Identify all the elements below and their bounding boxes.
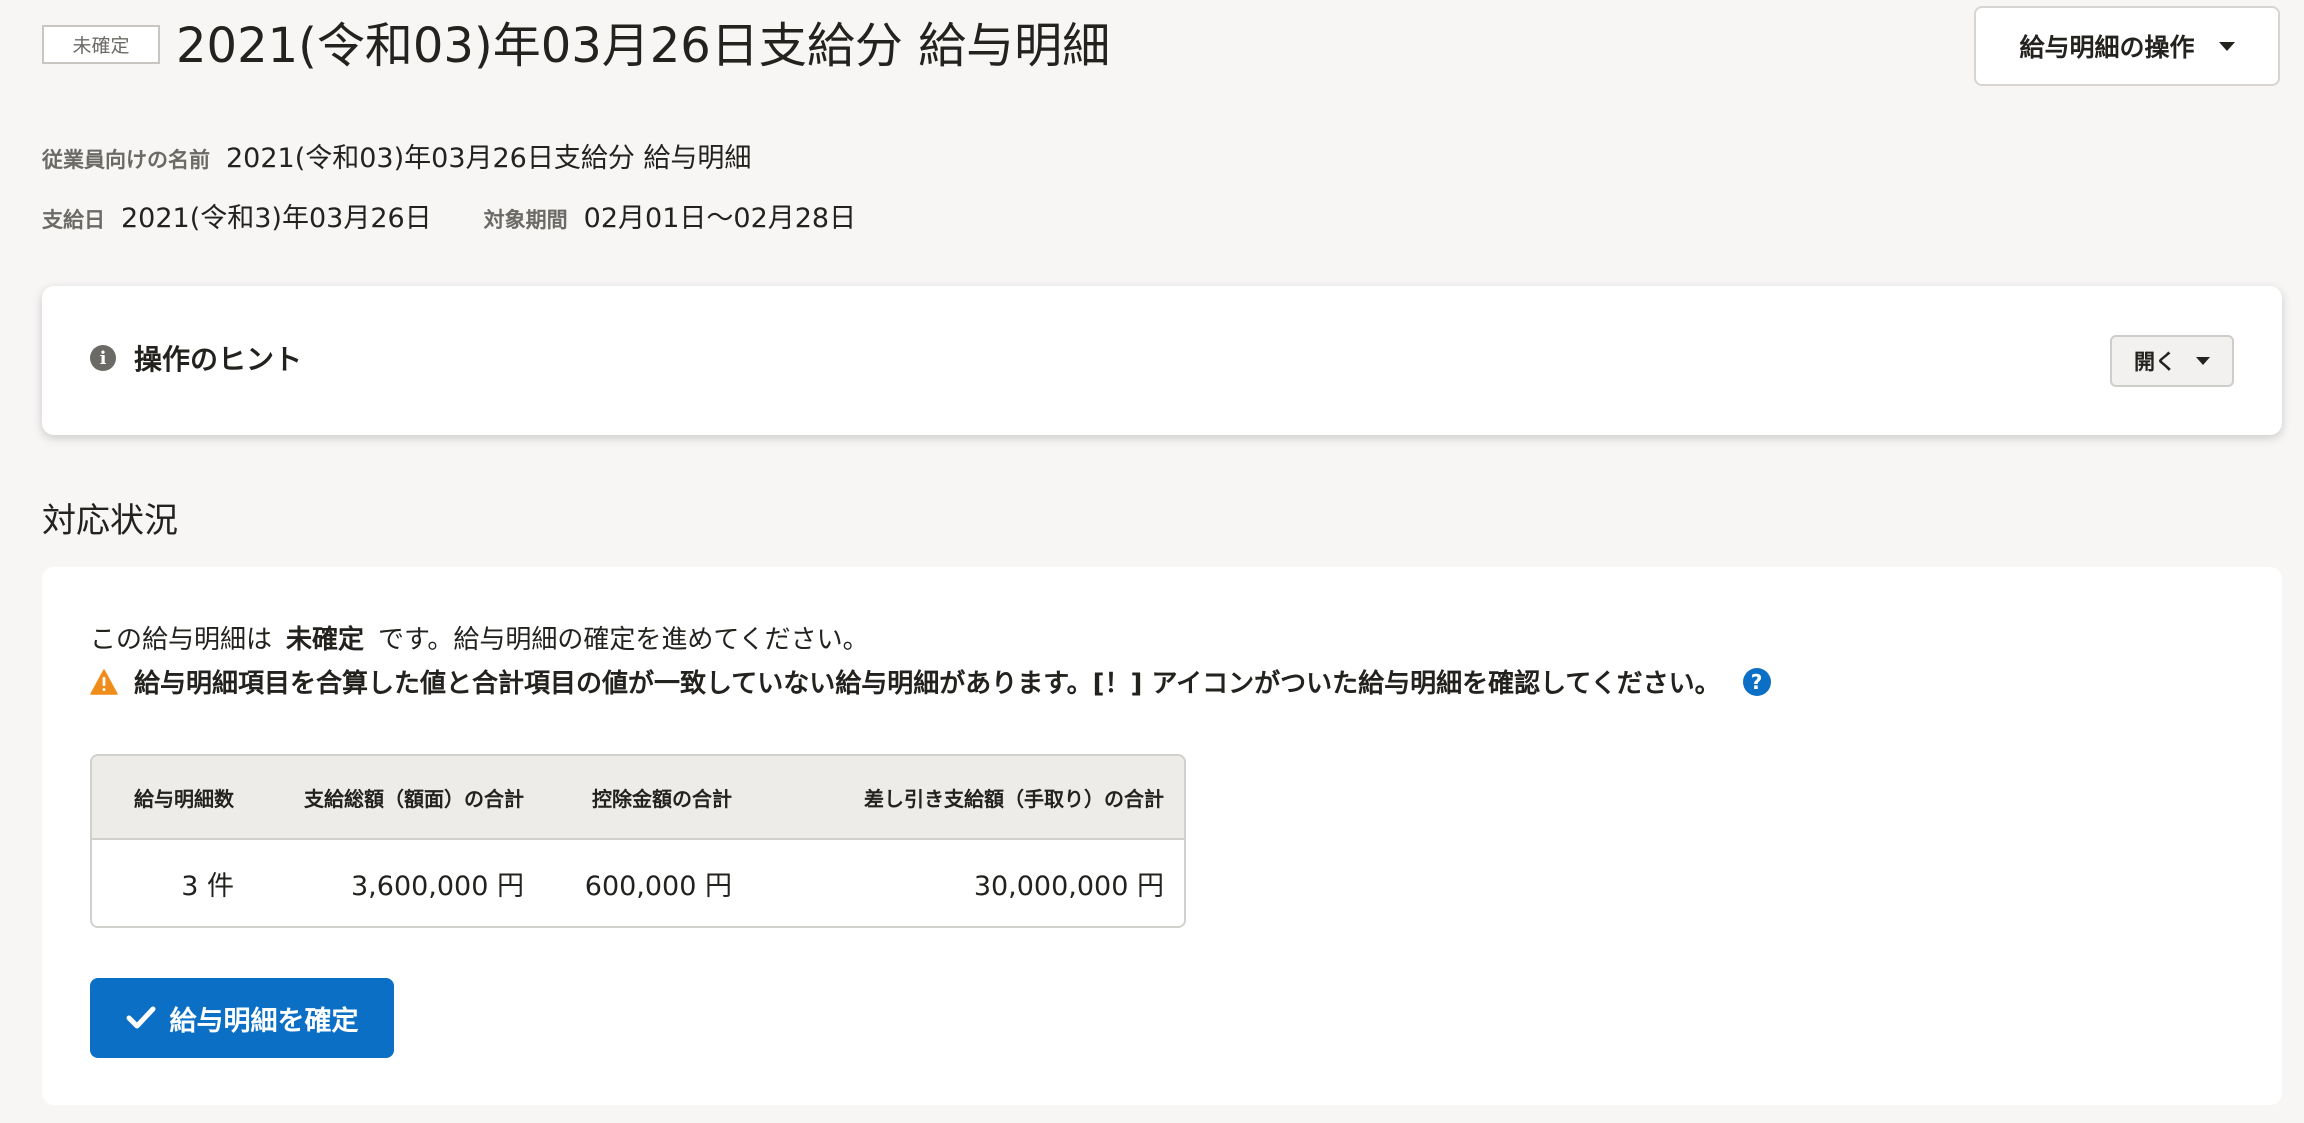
hint-panel: i 操作のヒント 開く bbox=[42, 286, 2282, 435]
check-icon bbox=[126, 1006, 155, 1029]
pay-date-value: 2021(令和3)年03月26日 bbox=[121, 203, 432, 234]
cell-gross: 3,600,000 円 bbox=[254, 840, 544, 926]
warning-text: 給与明細項目を合算した値と合計項目の値が一致していない給与明細があります。[！]… bbox=[134, 669, 1721, 699]
warning-icon bbox=[90, 668, 118, 695]
table-row: 3 件 3,600,000 円 600,000 円 30,000,000 円 bbox=[92, 840, 1184, 926]
status-message-status: 未確定 bbox=[286, 625, 365, 655]
info-icon: i bbox=[90, 345, 116, 371]
cell-deduction: 600,000 円 bbox=[544, 840, 752, 926]
payslip-actions-button[interactable]: 給与明細の操作 bbox=[1974, 6, 2280, 86]
column-header-gross: 支給総額（額面）の合計 bbox=[254, 756, 544, 840]
hint-open-label: 開く bbox=[2134, 350, 2176, 374]
cell-count: 3 件 bbox=[92, 840, 254, 926]
status-message-prefix: この給与明細は bbox=[90, 625, 273, 655]
section-heading: 対応状況 bbox=[42, 501, 178, 541]
summary-table: 給与明細数 支給総額（額面）の合計 控除金額の合計 差し引き支給額（手取り）の合… bbox=[90, 754, 1186, 928]
employee-name-value: 2021(令和03)年03月26日支給分 給与明細 bbox=[226, 143, 752, 174]
confirm-payslip-button[interactable]: 給与明細を確定 bbox=[90, 978, 394, 1058]
caret-down-icon bbox=[2218, 41, 2235, 51]
column-header-count: 給与明細数 bbox=[92, 756, 254, 840]
period-value: 02月01日〜02月28日 bbox=[583, 203, 857, 234]
column-header-net: 差し引き支給額（手取り）の合計 bbox=[752, 756, 1184, 840]
hint-open-button[interactable]: 開く bbox=[2110, 335, 2234, 387]
status-message: この給与明細は 未確定 です。給与明細の確定を進めてください。 bbox=[90, 619, 869, 656]
confirm-payslip-label: 給与明細を確定 bbox=[169, 1005, 359, 1036]
payslip-actions-label: 給与明細の操作 bbox=[2019, 33, 2195, 62]
employee-name-label: 従業員向けの名前 bbox=[42, 148, 210, 172]
hint-title: 操作のヒント bbox=[134, 343, 303, 376]
page-title: 2021(令和03)年03月26日支給分 給与明細 bbox=[176, 18, 1111, 74]
caret-down-icon bbox=[2196, 357, 2210, 365]
warning-message: 給与明細項目を合算した値と合計項目の値が一致していない給与明細があります。[！]… bbox=[90, 663, 1771, 700]
pay-info-row: 支給日 2021(令和3)年03月26日 対象期間 02月01日〜02月28日 bbox=[42, 196, 856, 235]
pay-date-label: 支給日 bbox=[42, 208, 105, 232]
period-label: 対象期間 bbox=[483, 208, 568, 232]
status-panel: この給与明細は 未確定 です。給与明細の確定を進めてください。 給与明細項目を合算し… bbox=[42, 567, 2282, 1105]
table-header-row: 給与明細数 支給総額（額面）の合計 控除金額の合計 差し引き支給額（手取り）の合… bbox=[92, 756, 1184, 840]
help-icon[interactable]: ? bbox=[1742, 667, 1771, 696]
employee-name-row: 従業員向けの名前 2021(令和03)年03月26日支給分 給与明細 bbox=[42, 136, 751, 175]
cell-net: 30,000,000 円 bbox=[752, 840, 1184, 926]
status-message-suffix: です。給与明細の確定を進めてください。 bbox=[378, 625, 869, 655]
column-header-deduction: 控除金額の合計 bbox=[544, 756, 752, 840]
status-tag: 未確定 bbox=[42, 25, 160, 64]
